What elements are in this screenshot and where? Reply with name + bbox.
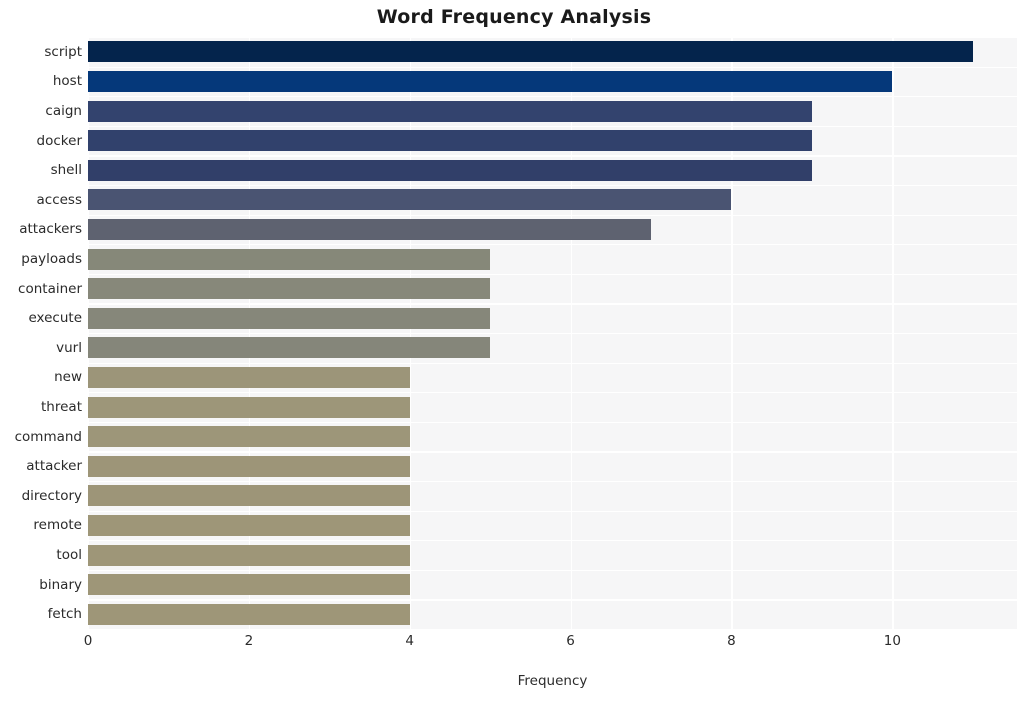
- gridline-horizontal: [88, 540, 1017, 542]
- x-axis-tick-label: 6: [566, 633, 575, 649]
- y-axis-tick-label: attacker: [26, 458, 82, 475]
- y-axis-tick-label: container: [18, 280, 82, 297]
- bar[interactable]: [88, 248, 491, 270]
- bar[interactable]: [88, 278, 491, 300]
- y-axis-tick-label: payloads: [21, 251, 82, 267]
- gridline-horizontal: [88, 37, 1017, 39]
- bar[interactable]: [88, 544, 410, 566]
- bar[interactable]: [88, 100, 812, 122]
- y-axis-tick-label: caign: [45, 103, 82, 119]
- gridline-horizontal: [88, 96, 1017, 98]
- y-axis-tick-label: remote: [33, 517, 82, 534]
- x-axis-tick-label: 8: [727, 633, 736, 649]
- gridline-horizontal: [88, 66, 1017, 68]
- bar[interactable]: [88, 218, 652, 240]
- bar[interactable]: [88, 574, 410, 596]
- word-frequency-chart-figure: Word Frequency Analysis script host caign d…: [0, 0, 1028, 701]
- gridline-horizontal: [88, 421, 1017, 423]
- bar[interactable]: [88, 189, 732, 211]
- x-axis-tick-label: 2: [244, 633, 254, 649]
- y-axis-tick-label: command: [14, 428, 82, 445]
- gridline-horizontal: [88, 185, 1017, 187]
- x-axis-tick-label: 10: [883, 633, 901, 649]
- gridline-horizontal: [88, 244, 1017, 246]
- y-axis-tick-label: fetch: [47, 606, 82, 623]
- bar[interactable]: [88, 514, 410, 536]
- gridline-horizontal: [88, 303, 1017, 305]
- bar[interactable]: [88, 396, 410, 418]
- y-axis-tick-label: access: [36, 191, 83, 208]
- bar[interactable]: [88, 603, 410, 625]
- bar[interactable]: [88, 485, 410, 507]
- y-axis-tick-label: tool: [56, 547, 82, 563]
- x-axis-tick-label: 0: [83, 633, 93, 649]
- y-axis-tick-label: directory: [21, 487, 82, 504]
- gridline-horizontal: [88, 599, 1017, 601]
- gridline-horizontal: [88, 481, 1017, 483]
- gridline-horizontal: [88, 155, 1017, 157]
- bar[interactable]: [88, 70, 893, 92]
- bar[interactable]: [88, 426, 410, 448]
- gridline-horizontal: [88, 451, 1017, 453]
- gridline-horizontal: [88, 214, 1017, 216]
- y-axis-tick-label: shell: [50, 162, 82, 179]
- bar[interactable]: [88, 159, 812, 181]
- x-axis-tick-labels: 0 2 4 6 8 10: [0, 633, 1028, 657]
- bar[interactable]: [88, 455, 410, 477]
- bar[interactable]: [88, 130, 812, 152]
- bar[interactable]: [88, 337, 491, 359]
- y-axis-tick-label: host: [52, 73, 82, 90]
- page-title: Word Frequency Analysis: [376, 6, 652, 28]
- y-axis-tick-labels: script host caign docker shell access attacker…: [0, 37, 82, 629]
- bar[interactable]: [88, 307, 491, 329]
- y-axis-tick-label: vurl: [56, 339, 82, 356]
- y-axis-tick-label: new: [54, 369, 82, 386]
- gridline-horizontal: [88, 569, 1017, 571]
- y-axis-tick-label: binary: [39, 576, 82, 593]
- bar[interactable]: [88, 366, 410, 388]
- gridline-horizontal: [88, 362, 1017, 364]
- gridline-horizontal: [88, 273, 1017, 275]
- y-axis-tick-label: docker: [36, 132, 82, 149]
- x-axis-tick-label: 4: [405, 633, 415, 649]
- gridline-horizontal: [88, 333, 1017, 335]
- y-axis-tick-label: script: [44, 43, 82, 60]
- y-axis-tick-label: threat: [41, 399, 82, 415]
- y-axis-tick-label: execute: [28, 310, 82, 327]
- gridline-horizontal: [88, 392, 1017, 394]
- gridline-horizontal: [88, 510, 1017, 512]
- plot-area: [88, 37, 1017, 629]
- x-axis-title: Frequency: [517, 673, 588, 689]
- gridline-horizontal: [88, 125, 1017, 127]
- y-axis-tick-label: attackers: [19, 221, 82, 238]
- bar[interactable]: [88, 41, 973, 63]
